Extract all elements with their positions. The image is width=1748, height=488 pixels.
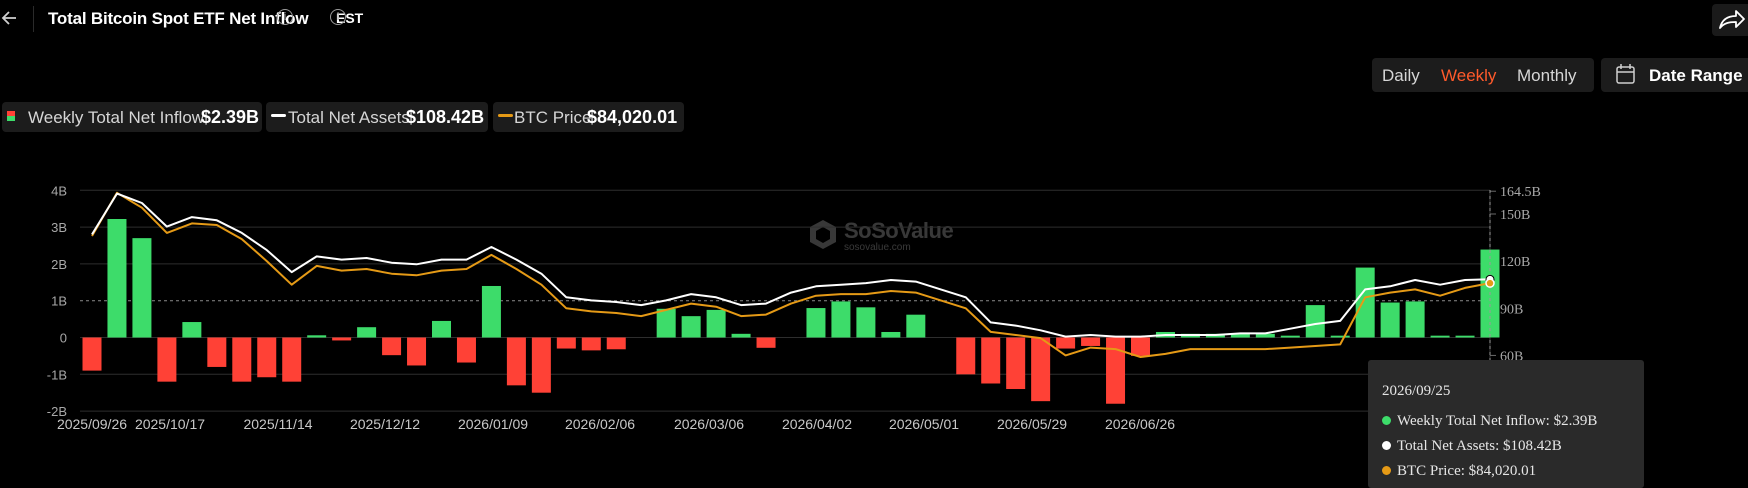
y-right-tick-label: 164.5B (1500, 185, 1541, 200)
y-tick-label: 1B (51, 294, 67, 309)
x-tick-label: 2025/10/17 (135, 416, 205, 432)
x-tick-label: 2026/05/01 (889, 416, 959, 432)
inflow-bar (706, 309, 726, 338)
inflow-bar (282, 337, 302, 382)
y-right-tick-label: 150B (1500, 208, 1530, 223)
inflow-bar (1006, 337, 1026, 390)
x-tick-label: 2026/05/29 (997, 416, 1067, 432)
inflow-bar (382, 337, 402, 356)
inflow-bar (1405, 301, 1425, 338)
inflow-bar (481, 285, 501, 338)
y-right-tick-label: 90B (1500, 302, 1523, 317)
inflow-bar (1280, 335, 1300, 338)
x-tick-label: 2026/02/06 (565, 416, 635, 432)
inflow-bar (556, 337, 576, 349)
x-tick-label: 2026/06/26 (1105, 416, 1175, 432)
inflow-bar (856, 307, 876, 338)
tooltip-dot (1382, 466, 1391, 475)
inflow-bar (182, 322, 202, 338)
inflow-bar (1031, 337, 1051, 402)
x-tick-label: 2025/12/12 (350, 416, 420, 432)
x-tick-label: 2025/11/14 (243, 416, 312, 432)
x-tick-label: 2026/04/02 (782, 416, 852, 432)
inflow-bar (1380, 302, 1400, 338)
y-tick-label: 3B (51, 220, 67, 235)
inflow-bar (357, 327, 377, 338)
inflow-bar (1455, 335, 1475, 338)
tooltip-date: 2026/09/25 (1382, 383, 1451, 399)
y-right-tick-label: 120B (1500, 255, 1530, 270)
tooltip-dot (1382, 416, 1391, 425)
tooltip-row-btc: BTC Price: $84,020.01 (1382, 463, 1536, 480)
inflow-bar (1430, 335, 1450, 338)
y-tick-label: 0 (60, 331, 67, 346)
inflow-bar (407, 337, 427, 366)
inflow-bar (656, 308, 676, 338)
chart-tooltip: 2026/09/25 Weekly Total Net Inflow: $2.3… (1368, 360, 1644, 488)
x-axis: 2025/09/26 2025/10/17 2025/11/14 2025/12/12… (57, 416, 1525, 432)
inflow-bar (881, 331, 901, 338)
btc-price-marker (1485, 278, 1495, 288)
inflow-bar (107, 219, 127, 338)
tooltip-text: BTC Price: $84,020.01 (1397, 463, 1537, 479)
inflow-bar (1355, 267, 1375, 338)
inflow-bar (307, 335, 327, 338)
inflow-bar (1106, 337, 1126, 404)
inflow-bar (432, 320, 451, 338)
inflow-bar (232, 337, 252, 382)
inflow-bar (132, 238, 152, 338)
inflow-bar (956, 337, 976, 375)
inflow-bar (806, 308, 826, 338)
tooltip-row-inflow: Weekly Total Net Inflow: $2.39B (1382, 413, 1597, 430)
inflow-bar (1081, 337, 1101, 346)
x-tick-label: 2026/03/06 (674, 416, 744, 432)
btc-price-line (91, 191, 1491, 358)
inflow-bar (456, 337, 476, 363)
y-tick-label: 4B (51, 183, 67, 198)
inflow-bar (681, 316, 701, 338)
x-tick-label: 2026/01/09 (458, 416, 528, 432)
inflow-bars (82, 219, 1500, 404)
inflow-bar (831, 301, 851, 338)
inflow-bar (981, 337, 1001, 384)
inflow-bar (731, 333, 751, 338)
inflow-bar (1131, 337, 1150, 356)
y-tick-label: -1B (47, 367, 67, 382)
inflow-bar (1305, 305, 1325, 338)
inflow-bar (332, 337, 352, 341)
inflow-bar (157, 337, 177, 382)
x-tick-label: 2025/09/26 (57, 416, 127, 432)
inflow-bar (756, 337, 776, 348)
y-axis-left: 4B3B2B1B0-1B-2B (47, 183, 67, 419)
inflow-bar (581, 337, 601, 351)
y-tick-label: 2B (51, 257, 67, 272)
net-assets-line (91, 192, 1491, 338)
inflow-bar (506, 337, 526, 386)
inflow-bar (531, 337, 551, 393)
inflow-bar (1056, 337, 1076, 349)
tooltip-row-assets: Total Net Assets: $108.42B (1382, 438, 1562, 455)
inflow-bar (906, 314, 926, 338)
inflow-bar (606, 337, 626, 350)
inflow-bar (257, 337, 277, 378)
tooltip-dot (1382, 441, 1391, 450)
tooltip-text: Total Net Assets: $108.42B (1397, 438, 1562, 454)
inflow-bar (207, 337, 227, 367)
inflow-bar (1330, 335, 1350, 338)
series-lines (91, 191, 1491, 358)
tooltip-text: Weekly Total Net Inflow: $2.39B (1397, 413, 1598, 429)
inflow-bar (82, 337, 102, 371)
